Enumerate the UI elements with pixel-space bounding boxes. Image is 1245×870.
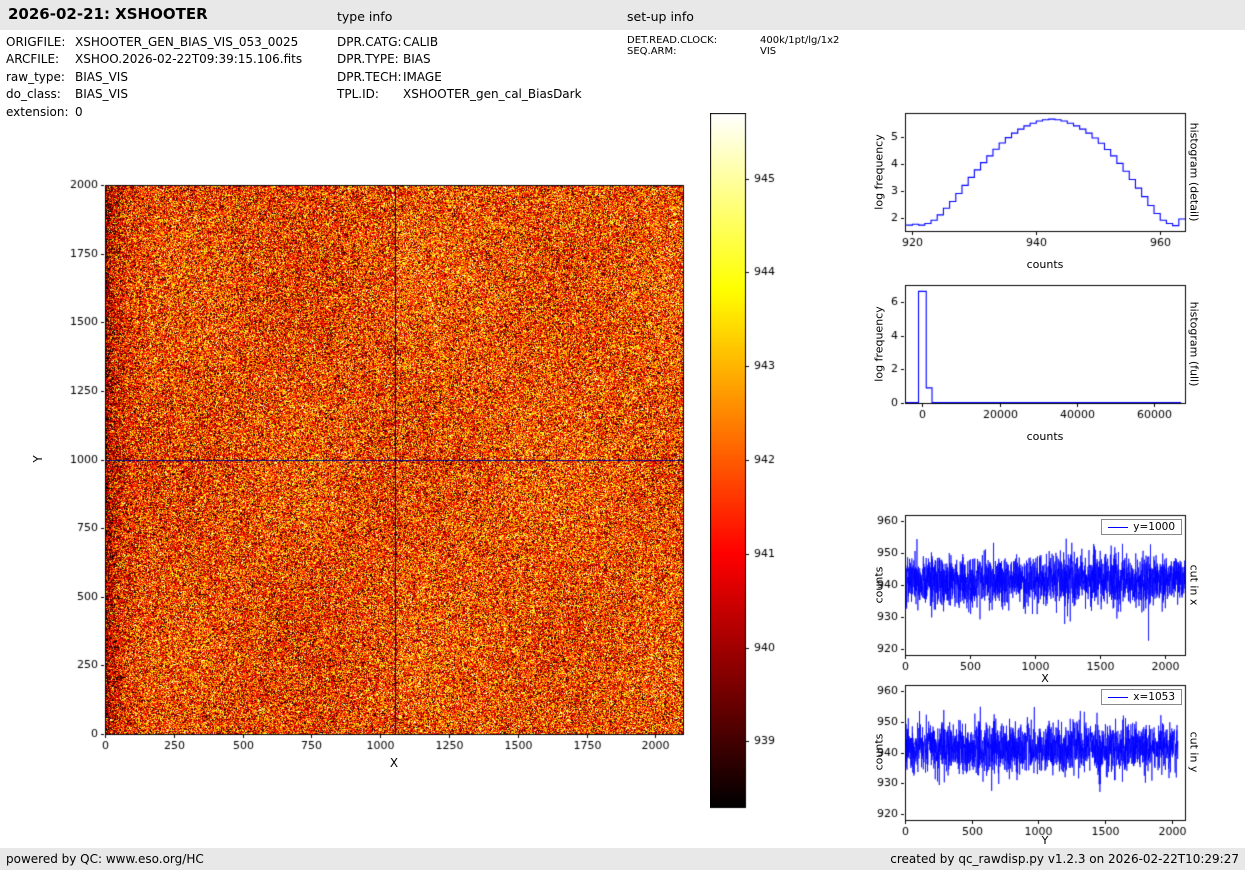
metadata-key: ARCFILE:: [6, 52, 60, 67]
cut-y-legend: x=1053: [1101, 689, 1182, 705]
metadata-value: BIAS: [403, 52, 431, 67]
cut-y-xaxis-label: Y: [1041, 834, 1049, 847]
metadata-key: DPR.TECH:: [337, 69, 402, 84]
metadata-value: VIS: [760, 45, 777, 57]
type-info-metadata: DPR.CATG: CALIB DPR.TYPE: BIAS DPR.TECH:…: [337, 34, 582, 104]
header-bar: 2026-02-21: XSHOOTER type info set-up in…: [0, 0, 1245, 30]
metadata-row: raw_type: BIAS_VIS: [6, 69, 302, 86]
metadata-row: ARCFILE: XSHOO.2026-02-22T09:39:15.106.f…: [6, 51, 302, 68]
legend-label: y=1000: [1133, 521, 1175, 533]
setup-info-metadata: DET.READ.CLOCK: 400k/1pt/lg/1x2 SEQ.ARM:…: [627, 35, 840, 58]
setup-info-heading: set-up info: [627, 9, 694, 24]
metadata-value: BIAS_VIS: [75, 87, 128, 102]
cut-x-side-label: cut in x: [1187, 564, 1201, 606]
metadata-value: XSHOOTER_GEN_BIAS_VIS_053_0025: [75, 35, 299, 49]
metadata-row: SEQ.ARM: VIS: [627, 45, 839, 58]
metadata-key: extension:: [6, 104, 69, 119]
hist-full-xaxis-label: counts: [1026, 430, 1064, 443]
type-info-heading: type info: [337, 9, 393, 24]
metadata-row: do_class: BIAS_VIS: [6, 86, 302, 103]
bias-image-heatmap: [55, 175, 695, 770]
metadata-row: TPL.ID: XSHOOTER_gen_cal_BiasDark: [337, 86, 582, 103]
metadata-value: BIAS_VIS: [75, 69, 128, 84]
hist-full-yaxis-label: log frequency: [872, 306, 886, 382]
metadata-key: SEQ.ARM:: [627, 45, 677, 57]
metadata-value: CALIB: [403, 35, 439, 49]
legend-label: x=1053: [1133, 691, 1175, 703]
metadata-value: 400k/1pt/lg/1x2: [760, 35, 840, 46]
main-yaxis-label: Y: [31, 455, 45, 463]
metadata-value: IMAGE: [403, 69, 442, 84]
cut-x-yaxis-label: counts: [872, 566, 886, 604]
cut-x-legend: y=1000: [1101, 519, 1182, 535]
hist-full-side-label: histogram (full): [1187, 301, 1201, 387]
metadata-key: raw_type:: [6, 69, 65, 84]
histogram-detail-plot: [855, 105, 1195, 265]
metadata-row: DPR.TYPE: BIAS: [337, 51, 582, 68]
colorbar: [710, 113, 810, 813]
footer-credit-left: powered by QC: www.eso.org/HC: [6, 852, 204, 866]
metadata-value: 0: [75, 104, 83, 119]
metadata-value: XSHOO.2026-02-22T09:39:15.106.fits: [75, 52, 303, 67]
hist-detail-side-label: histogram (detail): [1187, 122, 1201, 222]
cut-x-xaxis-label: X: [1041, 672, 1049, 685]
metadata-key: DPR.CATG:: [337, 35, 402, 49]
hist-detail-yaxis-label: log frequency: [872, 134, 886, 210]
legend-line-sample: [1108, 526, 1129, 528]
page-title: 2026-02-21: XSHOOTER: [8, 5, 208, 23]
metadata-row: DPR.TECH: IMAGE: [337, 69, 582, 86]
hist-detail-xaxis-label: counts: [1026, 258, 1064, 271]
histogram-full-plot: [855, 277, 1195, 437]
metadata-row: extension: 0: [6, 104, 302, 121]
cut-y-yaxis-label: counts: [872, 733, 886, 771]
metadata-key: do_class:: [6, 87, 61, 102]
cut-y-side-label: cut in y: [1187, 731, 1201, 773]
metadata-key: DPR.TYPE:: [337, 52, 399, 67]
metadata-row: DPR.CATG: CALIB: [337, 34, 582, 51]
metadata-key: TPL.ID:: [337, 87, 379, 102]
metadata-key: DET.READ.CLOCK:: [627, 35, 718, 46]
main-xaxis-label: X: [389, 756, 399, 770]
footer-credit-right: created by qc_rawdisp.py v1.2.3 on 2026-…: [890, 852, 1239, 866]
metadata-row: DET.READ.CLOCK: 400k/1pt/lg/1x2: [627, 35, 840, 47]
metadata-key: ORIGFILE:: [6, 35, 66, 49]
legend-line-sample: [1108, 696, 1129, 698]
metadata-row: ORIGFILE: XSHOOTER_GEN_BIAS_VIS_053_0025: [6, 34, 302, 51]
metadata-value: XSHOOTER_gen_cal_BiasDark: [403, 87, 582, 102]
file-metadata: ORIGFILE: XSHOOTER_GEN_BIAS_VIS_053_0025…: [6, 34, 302, 121]
